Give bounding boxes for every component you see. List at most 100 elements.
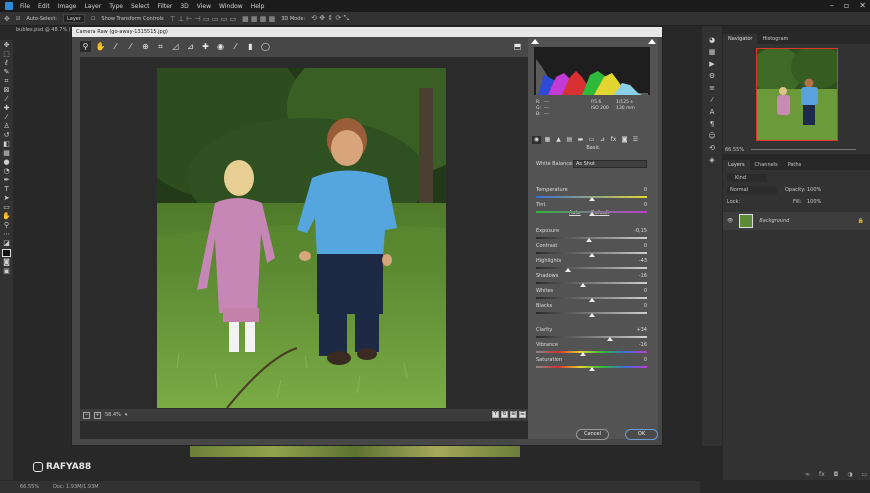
eraser-icon[interactable]: ◧ [2, 141, 11, 148]
shape-icon[interactable]: ▭ [2, 204, 11, 211]
minimize-icon[interactable]: – [830, 1, 834, 10]
move-tool-icon[interactable]: ✥ [4, 15, 10, 23]
hand-icon[interactable]: ✋ [2, 213, 11, 220]
tab-navigator[interactable]: Navigator [723, 34, 758, 44]
copy-settings-icon[interactable]: ⊞ [510, 411, 517, 418]
foreground-color-swatch[interactable] [2, 249, 11, 257]
zoom-dropdown-icon[interactable]: ▾ [125, 412, 128, 418]
healing-icon[interactable]: ✚ [2, 105, 11, 112]
styles-icon[interactable]: ◈ [709, 156, 714, 164]
transform-checkbox[interactable]: ☐ [91, 16, 95, 22]
hsl-tab-icon[interactable]: ▤ [565, 136, 574, 144]
slider-thumb[interactable] [579, 283, 586, 287]
slider-value[interactable]: 0 [644, 303, 647, 309]
slider-track[interactable] [536, 282, 647, 284]
menu-filter[interactable]: Filter [158, 3, 173, 10]
screen-mode-icon[interactable]: ▣ [2, 268, 11, 275]
zoom-level[interactable]: 58.4% [105, 412, 121, 418]
spot-removal-icon[interactable]: ✚ [200, 41, 211, 52]
slider-thumb[interactable] [565, 268, 572, 272]
fx-icon[interactable]: fx [819, 471, 825, 478]
dodge-icon[interactable]: ◔ [2, 168, 11, 175]
tab-histogram[interactable]: Histogram [757, 34, 793, 44]
slider-thumb[interactable] [588, 212, 595, 216]
slider-value[interactable]: 0 [644, 357, 647, 363]
crop-icon[interactable]: ⌗ [2, 78, 11, 85]
layer-name[interactable]: Background [759, 218, 789, 224]
slider-thumb[interactable] [586, 238, 593, 242]
brush-icon[interactable]: ⁄ [2, 114, 11, 121]
blend-mode-select[interactable]: Normal [727, 186, 777, 194]
transform-tab-icon[interactable]: ⊿ [598, 136, 607, 144]
link-layers-icon[interactable]: ∞ [805, 471, 810, 478]
adjustment-icon[interactable]: ◑ [847, 471, 852, 478]
color-panel-icon[interactable]: ◕ [709, 36, 715, 44]
presets-tab-icon[interactable]: ☰ [631, 136, 640, 144]
toggle-default-icon[interactable]: ☰ [519, 411, 526, 418]
hand-tool-icon[interactable]: ✋ [95, 41, 106, 52]
highlight-clipping-warning[interactable] [648, 39, 656, 44]
type-icon[interactable]: T [2, 186, 11, 193]
slider-value[interactable]: 0 [644, 202, 647, 208]
slider-value[interactable]: -43 [639, 258, 647, 264]
targeted-adjust-icon[interactable]: ⊕ [140, 41, 151, 52]
zoom-in-button[interactable]: + [94, 411, 101, 419]
zoom-out-button[interactable]: − [83, 411, 90, 419]
eyedropper-icon[interactable]: ⁄ [2, 96, 11, 103]
slider-thumb[interactable] [588, 298, 595, 302]
auto-select-dropdown[interactable]: Layer [62, 14, 85, 23]
slider-value[interactable]: -16 [639, 342, 647, 348]
white-balance-select[interactable]: As Shot [573, 160, 647, 168]
more-tools-icon[interactable]: ⋯ [2, 231, 11, 238]
swatches-icon[interactable]: ▦ [709, 48, 716, 56]
menu-edit[interactable]: Edit [38, 3, 50, 10]
split-toning-tab-icon[interactable]: ▬ [576, 136, 585, 144]
tone-curve-tab-icon[interactable]: ▦ [543, 136, 552, 144]
play-icon[interactable]: ▶ [709, 60, 714, 68]
distribute-icons[interactable]: ▦ ▦ ▦ ▦ [242, 15, 275, 23]
navigator-thumbnail[interactable] [756, 48, 838, 141]
white-balance-tool-icon[interactable]: ⁄ [110, 41, 121, 52]
tab-layers[interactable]: Layers [723, 160, 750, 170]
radial-filter-icon[interactable]: ◯ [260, 41, 271, 52]
menu-file[interactable]: File [20, 3, 30, 10]
navigator-zoom[interactable]: 66.55% [725, 147, 744, 153]
before-after-y-icon[interactable]: Y [492, 411, 499, 418]
red-eye-icon[interactable]: ◉ [215, 41, 226, 52]
slider-thumb[interactable] [579, 352, 586, 356]
quick-mask-icon[interactable]: ◙ [2, 259, 11, 266]
menu-select[interactable]: Select [131, 3, 150, 10]
auto-select-checkbox[interactable]: ☑ [16, 16, 20, 22]
zoom-icon[interactable]: ⚲ [2, 222, 11, 229]
move-icon[interactable]: ✥ [2, 42, 11, 49]
layer-filter-kind[interactable]: Kind [727, 174, 767, 182]
adjustment-brush-icon[interactable]: ⁄ [230, 41, 241, 52]
color-sampler-icon[interactable]: ⁄ [125, 41, 136, 52]
fullscreen-icon[interactable]: ⬒ [512, 41, 523, 52]
navigator-zoom-slider[interactable] [751, 149, 856, 150]
character-icon[interactable]: A [710, 108, 715, 116]
slider-track[interactable] [536, 336, 647, 338]
slider-track[interactable] [536, 267, 647, 269]
menu-help[interactable]: Help [251, 3, 265, 10]
zoom-tool-icon[interactable]: ⚲ [80, 40, 91, 52]
slider-value[interactable]: -16 [639, 273, 647, 279]
gradient-icon[interactable]: ▦ [2, 150, 11, 157]
add-mask-icon[interactable]: ◘ [834, 471, 839, 478]
slider-thumb[interactable] [588, 253, 595, 257]
history-brush-icon[interactable]: ↺ [2, 132, 11, 139]
straighten-icon[interactable]: ◿ [170, 41, 181, 52]
status-zoom[interactable]: 66.55% [20, 484, 39, 490]
shadow-clipping-warning[interactable] [531, 39, 539, 44]
tab-channels[interactable]: Channels [750, 160, 783, 170]
slider-thumb[interactable] [588, 313, 595, 317]
restore-icon[interactable]: ▫ [844, 1, 849, 10]
cancel-button[interactable]: Cancel [576, 429, 609, 440]
slider-thumb[interactable] [588, 367, 595, 371]
adjust-icon[interactable]: ⚙ [709, 72, 715, 80]
slider-value[interactable]: 0 [644, 243, 647, 249]
ok-button[interactable]: OK [625, 429, 658, 440]
slider-value[interactable]: +34 [636, 327, 647, 333]
blur-icon[interactable]: ● [2, 159, 11, 166]
effects-tab-icon[interactable]: fx [609, 136, 618, 144]
